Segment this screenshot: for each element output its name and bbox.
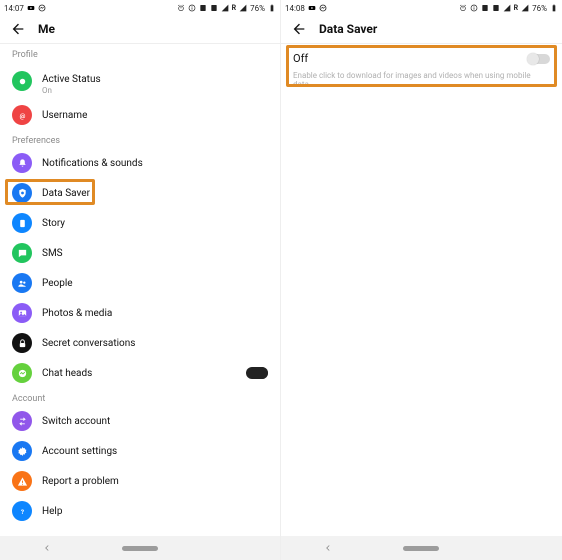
section-preferences: Preferences xyxy=(0,130,280,148)
nav-bar xyxy=(281,536,562,560)
signal1-icon xyxy=(503,4,511,12)
signal2-icon xyxy=(521,4,529,12)
messenger-icon xyxy=(319,4,327,12)
item-sms[interactable]: SMS xyxy=(0,238,280,268)
item-label: Switch account xyxy=(42,416,110,427)
nav-home[interactable] xyxy=(110,546,170,551)
data-saver-state: Off xyxy=(293,52,308,65)
switch-icon xyxy=(12,411,32,431)
sim1-icon xyxy=(199,4,207,12)
phone-right: 14:08 R 76% Data Saver Of xyxy=(281,0,562,560)
data-saver-row: Off xyxy=(281,44,562,65)
item-label: Data Saver xyxy=(42,188,90,199)
messenger-icon xyxy=(38,4,46,12)
bell-icon xyxy=(12,153,32,173)
item-label: Chat heads xyxy=(42,368,92,379)
sms-icon xyxy=(12,243,32,263)
item-account-settings[interactable]: Account settings xyxy=(0,436,280,466)
section-account: Account xyxy=(0,388,280,406)
item-switch-account[interactable]: Switch account xyxy=(0,406,280,436)
story-icon xyxy=(12,213,32,233)
nav-back[interactable] xyxy=(17,543,77,553)
data-saver-toggle[interactable] xyxy=(528,54,550,64)
item-label: SMS xyxy=(42,248,63,259)
battery-icon xyxy=(268,4,276,12)
item-report[interactable]: Report a problem xyxy=(0,466,280,496)
gear-icon xyxy=(12,441,32,461)
back-button[interactable] xyxy=(289,19,309,39)
status-bar: 14:08 R 76% xyxy=(281,0,562,14)
item-chat-heads[interactable]: Chat heads xyxy=(0,358,280,388)
youtube-icon xyxy=(308,4,316,12)
nav-back[interactable] xyxy=(298,543,358,553)
status-battery: 76% xyxy=(250,4,265,13)
sim2-icon xyxy=(210,4,218,12)
chat-heads-toggle[interactable] xyxy=(246,367,268,379)
signal1-icon xyxy=(221,4,229,12)
item-sublabel: On xyxy=(42,86,101,95)
active-status-icon xyxy=(12,71,32,91)
roaming-icon: R xyxy=(514,4,518,12)
item-label: People xyxy=(42,278,73,289)
item-story[interactable]: Story xyxy=(0,208,280,238)
username-icon: @ xyxy=(12,105,32,125)
youtube-icon xyxy=(27,4,35,12)
help-icon: ? xyxy=(12,501,32,521)
sim2-icon xyxy=(492,4,500,12)
nav-home[interactable] xyxy=(391,546,451,551)
item-label: Story xyxy=(42,218,65,229)
shield-icon xyxy=(12,183,32,203)
item-people[interactable]: People xyxy=(0,268,280,298)
phone-left: 14:07 R 76% Me Profile xyxy=(0,0,281,560)
app-bar: Me xyxy=(0,14,280,44)
roaming-icon: R xyxy=(232,4,236,12)
svg-text:@: @ xyxy=(19,111,25,119)
chat-heads-icon xyxy=(12,363,32,383)
item-data-saver[interactable]: Data Saver xyxy=(0,178,280,208)
sim1-icon xyxy=(481,4,489,12)
alarm-icon xyxy=(177,4,185,12)
item-label: Notifications & sounds xyxy=(42,158,143,169)
item-label: Report a problem xyxy=(42,476,119,487)
svg-text:?: ? xyxy=(20,507,23,515)
item-label: Help xyxy=(42,506,62,517)
lock-icon xyxy=(12,333,32,353)
status-time: 14:08 xyxy=(285,4,305,13)
item-notifications[interactable]: Notifications & sounds xyxy=(0,148,280,178)
page-title: Me xyxy=(38,22,55,36)
status-bar: 14:07 R 76% xyxy=(0,0,280,14)
warning-icon xyxy=(12,471,32,491)
page-title: Data Saver xyxy=(319,22,377,36)
info-icon xyxy=(470,4,478,12)
item-secret[interactable]: Secret conversations xyxy=(0,328,280,358)
item-label: Active Status xyxy=(42,74,101,85)
data-saver-hint: Enable click to download for images and … xyxy=(281,65,562,89)
app-bar: Data Saver xyxy=(281,14,562,44)
nav-bar xyxy=(0,536,280,560)
item-label: Secret conversations xyxy=(42,338,135,349)
signal2-icon xyxy=(239,4,247,12)
item-label: Username xyxy=(42,110,87,121)
item-photos[interactable]: Photos & media xyxy=(0,298,280,328)
item-active-status[interactable]: Active Status On xyxy=(0,62,280,100)
people-icon xyxy=(12,273,32,293)
photos-icon xyxy=(12,303,32,323)
status-time: 14:07 xyxy=(4,4,24,13)
battery-icon xyxy=(550,4,558,12)
item-help[interactable]: ? Help xyxy=(0,496,280,526)
item-label: Photos & media xyxy=(42,308,112,319)
back-button[interactable] xyxy=(8,19,28,39)
settings-list: Profile Active Status On @ Username Pref… xyxy=(0,44,280,536)
info-icon xyxy=(188,4,196,12)
item-username[interactable]: @ Username xyxy=(0,100,280,130)
alarm-icon xyxy=(459,4,467,12)
status-battery: 76% xyxy=(532,4,547,13)
section-profile: Profile xyxy=(0,44,280,62)
item-label: Account settings xyxy=(42,446,117,457)
